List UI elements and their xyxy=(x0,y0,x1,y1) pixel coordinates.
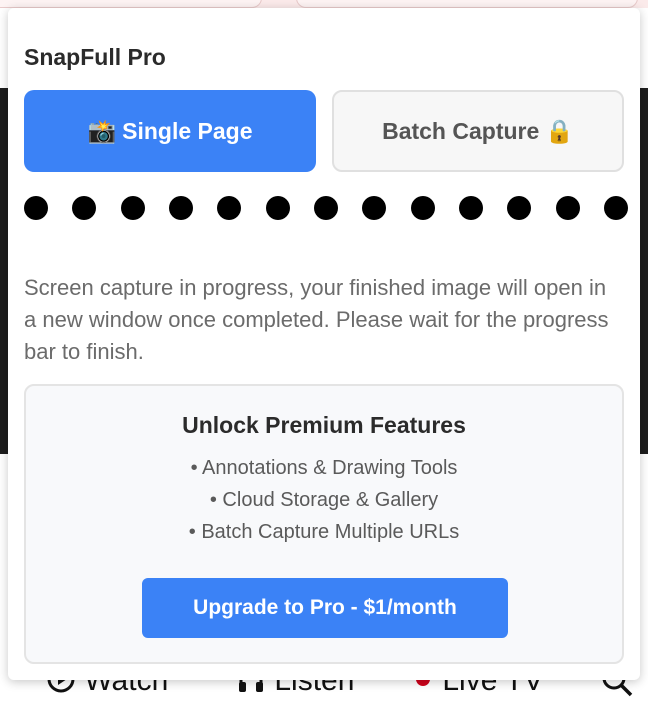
progress-dot xyxy=(603,196,628,220)
premium-title: Unlock Premium Features xyxy=(182,412,466,438)
background-hero-right xyxy=(640,88,648,454)
feature-item: • Batch Capture Multiple URLs xyxy=(188,521,460,543)
progress-dot xyxy=(507,196,532,220)
progress-dot xyxy=(217,196,242,220)
progress-dots xyxy=(24,196,628,220)
lock-icon: 🔒 xyxy=(545,117,574,144)
status-message: Screen capture in progress, your finishe… xyxy=(24,275,609,364)
progress-dot xyxy=(24,196,48,220)
progress-dot xyxy=(120,196,145,220)
progress-dot xyxy=(313,196,338,220)
single-page-label: Single Page xyxy=(122,117,253,144)
background-hero-left xyxy=(0,88,8,454)
batch-capture-label: Batch Capture xyxy=(382,117,540,144)
progress-dot xyxy=(555,196,580,220)
progress-dot xyxy=(458,196,483,220)
popup-title: SnapFull Pro xyxy=(24,44,166,70)
single-page-button[interactable]: 📸 Single Page xyxy=(24,90,316,172)
feature-list: • Annotations & Drawing Tools • Cloud St… xyxy=(26,452,622,548)
progress-dot xyxy=(168,196,193,220)
snapfull-popup: SnapFull Pro 📸 Single Page Batch Capture… xyxy=(8,8,640,680)
batch-capture-button[interactable]: Batch Capture 🔒 xyxy=(332,90,624,172)
feature-item: • Cloud Storage & Gallery xyxy=(209,489,439,511)
feature-item: • Annotations & Drawing Tools xyxy=(190,457,458,479)
background-address-pill xyxy=(296,0,638,8)
progress-dot xyxy=(72,196,97,220)
upgrade-button[interactable]: Upgrade to Pro - $1/month xyxy=(142,578,508,638)
progress-dot xyxy=(265,196,290,220)
progress-dot xyxy=(410,196,435,220)
premium-panel: Unlock Premium Features • Annotations & … xyxy=(24,384,624,664)
background-tab xyxy=(0,0,262,8)
progress-dot xyxy=(362,196,387,220)
camera-icon: 📸 xyxy=(87,117,117,144)
